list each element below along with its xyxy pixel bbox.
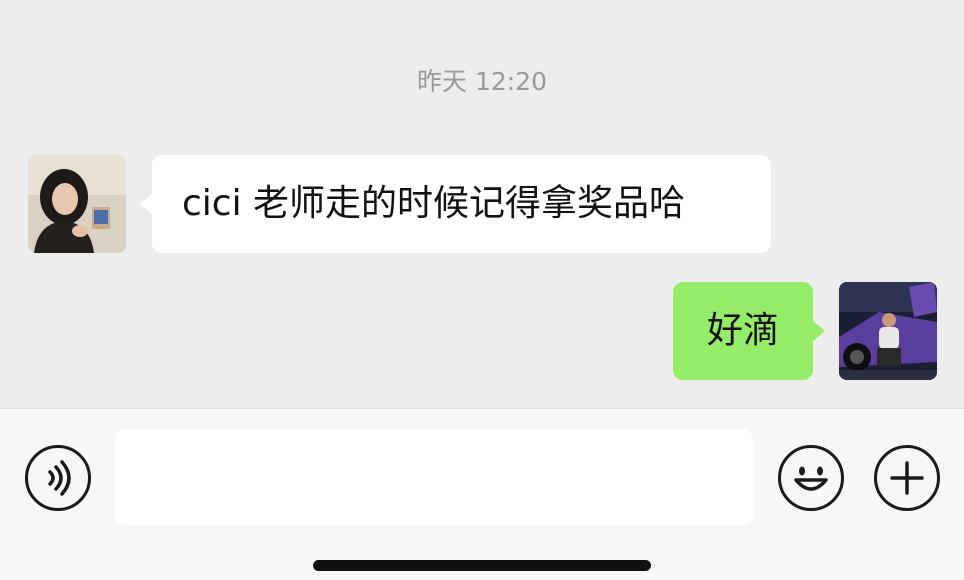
- voice-button[interactable]: [25, 445, 91, 511]
- plus-icon: [890, 461, 924, 495]
- contact-avatar-image: [28, 155, 126, 253]
- contact-avatar[interactable]: [28, 155, 126, 253]
- emoji-icon: [794, 466, 828, 491]
- message-bubble-received[interactable]: cici 老师走的时候记得拿奖品哈: [140, 155, 771, 253]
- input-bar: [0, 408, 964, 580]
- message-input[interactable]: [115, 429, 753, 525]
- message-text: cici 老师走的时候记得拿奖品哈: [182, 183, 686, 224]
- voice-icon: [48, 460, 71, 496]
- self-avatar-image: [839, 282, 937, 380]
- message-timestamp: 昨天 12:20: [417, 67, 547, 96]
- message-text: 好滴: [706, 310, 779, 351]
- self-avatar[interactable]: [839, 282, 937, 380]
- chat-area: 昨天 12:20 cici 老师走的时候记得拿奖品哈 好滴: [0, 0, 964, 408]
- home-indicator[interactable]: [313, 560, 651, 571]
- emoji-button[interactable]: [778, 445, 844, 511]
- more-button[interactable]: [874, 445, 940, 511]
- message-bubble-sent[interactable]: 好滴: [673, 282, 825, 380]
